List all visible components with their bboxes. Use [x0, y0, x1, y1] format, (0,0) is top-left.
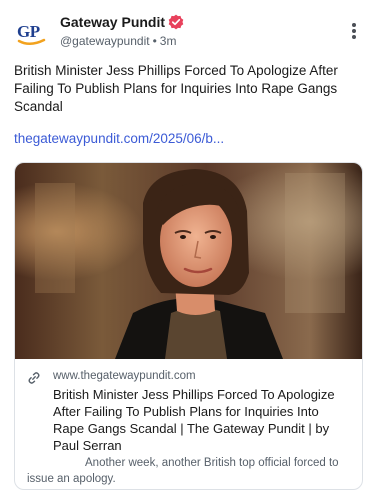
author-name[interactable]: Gateway Pundit: [60, 14, 165, 30]
avatar-logo-text: GP: [17, 22, 40, 41]
post-text: British Minister Jess Phillips Forced To…: [14, 63, 338, 114]
link-icon: [27, 371, 41, 385]
post-time[interactable]: 3m: [160, 34, 177, 48]
post-header: GP Gateway Pundit @gatewaypundit • 3m: [14, 12, 363, 52]
verified-badge-icon: [168, 14, 184, 30]
author-block: Gateway Pundit @gatewaypundit • 3m: [60, 13, 184, 48]
gateway-pundit-logo-icon: GP: [17, 22, 46, 45]
article-photo: [15, 163, 362, 359]
meta-separator: •: [152, 34, 157, 48]
link-preview-card[interactable]: www.thegatewaypundit.com British Ministe…: [14, 162, 363, 490]
author-handle[interactable]: @gatewaypundit: [60, 34, 150, 48]
post: GP Gateway Pundit @gatewaypundit • 3m Brit…: [0, 0, 377, 500]
card-domain: www.thegatewaypundit.com: [53, 370, 196, 382]
more-vertical-icon[interactable]: [345, 20, 363, 42]
card-image: [15, 163, 362, 359]
card-description: Another week, another British top offici…: [27, 457, 339, 485]
post-meta: @gatewaypundit • 3m: [60, 34, 184, 48]
card-title[interactable]: British Minister Jess Phillips Forced To…: [53, 386, 353, 454]
avatar[interactable]: GP: [14, 14, 50, 50]
card-info: www.thegatewaypundit.com British Ministe…: [15, 359, 362, 489]
post-link[interactable]: thegatewaypundit.com/2025/06/b...: [14, 130, 364, 148]
